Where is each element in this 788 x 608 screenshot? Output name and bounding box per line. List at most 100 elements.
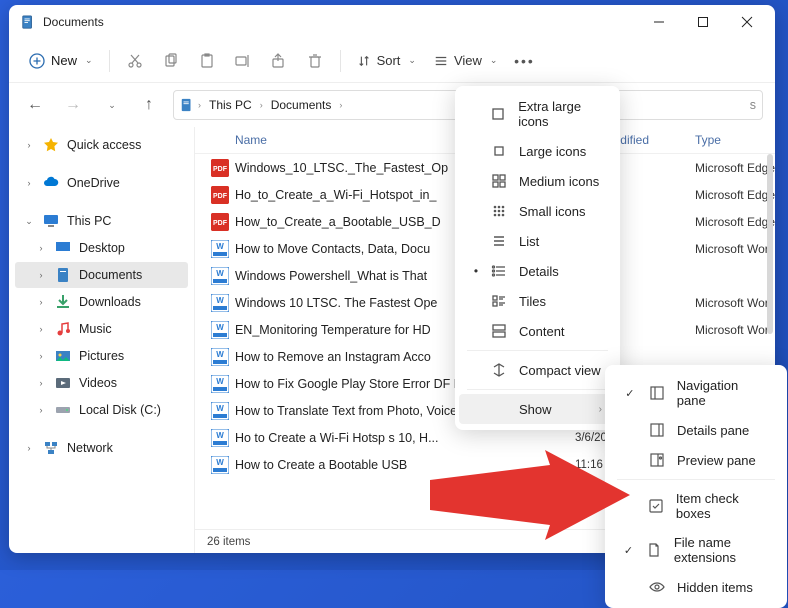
sort-button[interactable]: Sort ⌄ <box>349 49 424 72</box>
chevron-right-icon: › <box>35 243 47 253</box>
file-type: Microsoft Edge <box>695 188 775 202</box>
list-icon <box>491 233 507 249</box>
view-show[interactable]: Show› <box>459 394 616 424</box>
view-tiles[interactable]: Tiles <box>459 286 616 316</box>
chevron-right-icon: › <box>339 100 342 110</box>
file-type: Microsoft Wor <box>695 242 775 256</box>
grid-icon <box>491 203 507 219</box>
word-icon: W <box>211 429 229 447</box>
chevron-right-icon: › <box>260 100 263 110</box>
pane-icon <box>649 385 665 401</box>
nav-videos[interactable]: ›Videos <box>15 370 188 396</box>
compact-icon <box>491 362 507 378</box>
cut-button[interactable] <box>118 45 152 77</box>
word-icon: W <box>211 294 229 312</box>
menu-separator <box>467 389 608 390</box>
address-bar-row: ← → ⌄ ↑ › This PC › Documents › s <box>9 83 775 127</box>
pane-icon <box>649 452 665 468</box>
new-button[interactable]: New ⌄ <box>21 49 101 73</box>
forward-button[interactable]: → <box>59 91 87 119</box>
nav-downloads[interactable]: ›Downloads <box>15 289 188 315</box>
show-hidden[interactable]: Hidden items <box>609 572 783 602</box>
chevron-right-icon: › <box>35 378 47 388</box>
svg-text:W: W <box>216 296 224 305</box>
word-icon: W <box>211 321 229 339</box>
star-icon <box>43 137 59 153</box>
view-content[interactable]: Content <box>459 316 616 346</box>
show-extensions[interactable]: ✓File name extensions <box>609 528 783 572</box>
chevron-right-icon: › <box>35 270 47 280</box>
view-large[interactable]: Large icons <box>459 136 616 166</box>
nav-this-pc[interactable]: ⌄This PC <box>15 208 188 234</box>
nav-music[interactable]: ›Music <box>15 316 188 342</box>
tiles-icon <box>491 293 507 309</box>
file-type: Microsoft Edge <box>695 215 775 229</box>
file-name: Ho to Create a Wi-Fi Hotsp s 10, H... <box>235 431 575 445</box>
scrollbar[interactable] <box>767 154 773 334</box>
check-icon: ✓ <box>623 544 634 557</box>
copy-icon <box>163 53 179 69</box>
nav-desktop[interactable]: ›Desktop <box>15 235 188 261</box>
file-name: How to Create a Bootable USB <box>235 458 575 472</box>
pdf-icon: PDF <box>211 186 229 204</box>
pane-icon <box>649 422 665 438</box>
show-checkboxes[interactable]: Item check boxes <box>609 484 783 528</box>
nav-documents[interactable]: ›Documents <box>15 262 188 288</box>
chevron-right-icon: › <box>35 405 47 415</box>
show-nav-pane[interactable]: ✓Navigation pane <box>609 371 783 415</box>
view-details[interactable]: •Details <box>459 256 616 286</box>
search-hint: s <box>750 98 756 112</box>
grid-icon <box>491 173 507 189</box>
nav-pictures[interactable]: ›Pictures <box>15 343 188 369</box>
view-button[interactable]: View ⌄ <box>426 49 506 72</box>
separator <box>109 50 110 72</box>
breadcrumb-this-pc[interactable]: This PC <box>205 96 256 114</box>
copy-button[interactable] <box>154 45 188 77</box>
show-preview-pane[interactable]: Preview pane <box>609 445 783 475</box>
breadcrumb-documents[interactable]: Documents <box>267 96 336 114</box>
nav-quick-access[interactable]: ›Quick access <box>15 132 188 158</box>
share-button[interactable] <box>262 45 296 77</box>
chevron-down-icon: ⌄ <box>85 55 93 66</box>
documents-icon <box>180 98 194 112</box>
item-count: 26 items <box>207 536 250 548</box>
nav-onedrive[interactable]: ›OneDrive <box>15 170 188 196</box>
back-button[interactable]: ← <box>21 91 49 119</box>
more-button[interactable]: ••• <box>507 45 541 77</box>
window-title: Documents <box>43 15 104 29</box>
menu-separator <box>617 479 775 480</box>
view-label: View <box>454 53 482 68</box>
svg-text:W: W <box>216 404 224 413</box>
chevron-right-icon: › <box>35 324 47 334</box>
nav-local-disk[interactable]: ›Local Disk (C:) <box>15 397 188 423</box>
paste-button[interactable] <box>190 45 224 77</box>
paste-icon <box>199 53 215 69</box>
file-type: Microsoft Wor <box>695 323 775 337</box>
content-icon <box>491 323 507 339</box>
show-details-pane[interactable]: Details pane <box>609 415 783 445</box>
chevron-down-icon: ⌄ <box>108 100 116 111</box>
recent-button[interactable]: ⌄ <box>97 91 125 119</box>
chevron-right-icon: › <box>23 443 35 453</box>
view-icon <box>434 54 448 68</box>
view-list[interactable]: List <box>459 226 616 256</box>
cut-icon <box>127 53 143 69</box>
nav-network[interactable]: ›Network <box>15 435 188 461</box>
close-button[interactable] <box>725 7 769 37</box>
view-medium[interactable]: Medium icons <box>459 166 616 196</box>
cloud-icon <box>43 175 59 191</box>
svg-text:W: W <box>216 458 224 467</box>
rename-button[interactable] <box>226 45 260 77</box>
delete-button[interactable] <box>298 45 332 77</box>
view-compact[interactable]: Compact view <box>459 355 616 385</box>
view-extra-large[interactable]: Extra large icons <box>459 92 616 136</box>
column-type[interactable]: Type <box>695 133 775 147</box>
view-small[interactable]: Small icons <box>459 196 616 226</box>
chevron-right-icon: › <box>35 351 47 361</box>
navigation-pane[interactable]: ›Quick access ›OneDrive ⌄This PC ›Deskto… <box>9 127 195 553</box>
up-button[interactable]: ↑ <box>135 91 163 119</box>
minimize-button[interactable] <box>637 7 681 37</box>
word-icon: W <box>211 267 229 285</box>
maximize-button[interactable] <box>681 7 725 37</box>
drive-icon <box>55 402 71 418</box>
